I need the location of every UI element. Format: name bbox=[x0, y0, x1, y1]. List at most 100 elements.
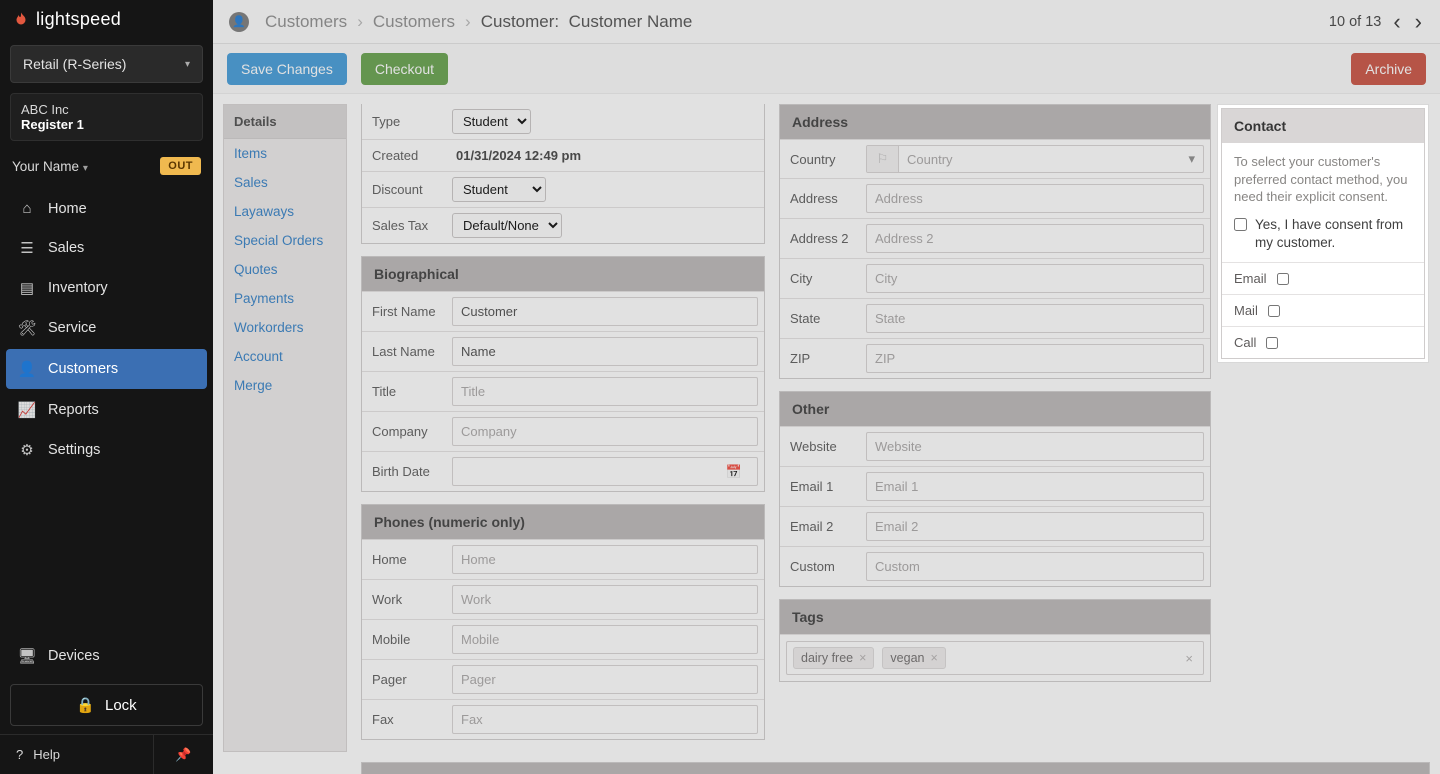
nav-label: Inventory bbox=[48, 280, 108, 296]
country-label: Country bbox=[780, 140, 860, 178]
product-selector[interactable]: Retail (R-Series) ▾ bbox=[10, 45, 203, 83]
clear-tags-icon[interactable]: × bbox=[1185, 651, 1197, 666]
tags-input[interactable]: dairy free × vegan× × bbox=[786, 641, 1204, 675]
address2-label: Address 2 bbox=[780, 219, 860, 258]
nav-label: Service bbox=[48, 320, 96, 336]
tab-sales[interactable]: Sales bbox=[224, 168, 346, 197]
contact-panel: Contact To select your customer's prefer… bbox=[1221, 108, 1425, 359]
nav-label: Devices bbox=[48, 648, 100, 664]
tab-items[interactable]: Items bbox=[224, 139, 346, 168]
email2-input[interactable] bbox=[866, 512, 1204, 541]
salestax-label: Sales Tax bbox=[362, 208, 446, 243]
contact-highlight: Contact To select your customer's prefer… bbox=[1218, 105, 1428, 362]
tab-quotes[interactable]: Quotes bbox=[224, 255, 346, 284]
tags-head: Tags bbox=[780, 600, 1210, 634]
phones-head: Phones (numeric only) bbox=[362, 505, 764, 539]
calendar-icon: 📅 bbox=[726, 464, 750, 480]
email2-label: Email 2 bbox=[780, 507, 860, 546]
title-label: Title bbox=[362, 372, 446, 411]
country-select[interactable]: ⚐Country▾ bbox=[866, 145, 1204, 173]
clock-status-badge[interactable]: OUT bbox=[160, 157, 201, 175]
created-value: 01/31/2024 12:49 pm bbox=[452, 148, 581, 163]
type-select[interactable]: Student bbox=[452, 109, 531, 134]
nav-inventory[interactable]: ▤ Inventory bbox=[0, 268, 213, 308]
brand-logo: lightspeed bbox=[0, 0, 213, 39]
tab-special-orders[interactable]: Special Orders bbox=[224, 226, 346, 255]
lock-button[interactable]: 🔒Lock bbox=[10, 684, 203, 726]
fax-label: Fax bbox=[362, 700, 446, 739]
main-nav: ⌂Home ☰Sales ▤ Inventory 🛠 Service 👤Custom… bbox=[0, 189, 213, 470]
chevron-down-icon: ▾ bbox=[185, 59, 190, 70]
user-name: Your Name bbox=[12, 159, 79, 174]
address2-input[interactable] bbox=[866, 224, 1204, 253]
chevron-right-icon: › bbox=[465, 12, 471, 32]
checkout-button[interactable]: Checkout bbox=[361, 53, 448, 85]
website-label: Website bbox=[780, 427, 860, 466]
archive-button[interactable]: Archive bbox=[1351, 53, 1426, 85]
pref-email-checkbox[interactable] bbox=[1277, 273, 1289, 285]
email1-input[interactable] bbox=[866, 472, 1204, 501]
pin-button[interactable]: 📌 bbox=[153, 735, 213, 774]
first-name-input[interactable] bbox=[452, 297, 758, 326]
home-phone-input[interactable] bbox=[452, 545, 758, 574]
archive-icon: ▤ bbox=[18, 279, 36, 297]
tab-account[interactable]: Account bbox=[224, 342, 346, 371]
consent-checkbox[interactable] bbox=[1234, 218, 1247, 231]
remove-tag-icon[interactable]: × bbox=[930, 651, 937, 665]
nav-home[interactable]: ⌂Home bbox=[0, 189, 213, 228]
tab-workorders[interactable]: Workorders bbox=[224, 313, 346, 342]
zip-input[interactable] bbox=[866, 344, 1204, 373]
state-input[interactable] bbox=[866, 304, 1204, 333]
pref-mail-checkbox[interactable] bbox=[1268, 305, 1280, 317]
help-button[interactable]: ?Help bbox=[0, 735, 153, 774]
website-input[interactable] bbox=[866, 432, 1204, 461]
tag-label: dairy free bbox=[801, 651, 853, 665]
address-input[interactable] bbox=[866, 184, 1204, 213]
salestax-select[interactable]: Default/None bbox=[452, 213, 562, 238]
nav-customers[interactable]: 👤Customers bbox=[6, 349, 207, 389]
crumb-sub[interactable]: Customers bbox=[373, 12, 455, 32]
nav-service[interactable]: 🛠 Service bbox=[0, 308, 213, 348]
register-info[interactable]: ABC Inc Register 1 bbox=[10, 93, 203, 141]
nav-devices[interactable]: 🖥Devices bbox=[0, 636, 213, 676]
help-icon: ? bbox=[16, 747, 23, 762]
pager-prev[interactable]: ‹ bbox=[1391, 11, 1402, 33]
tab-merge[interactable]: Merge bbox=[224, 371, 346, 400]
nav-label: Settings bbox=[48, 442, 100, 458]
tag-chip[interactable]: dairy free × bbox=[793, 647, 874, 669]
tag-chip[interactable]: vegan× bbox=[882, 647, 945, 669]
nav-settings[interactable]: ⚙ Settings bbox=[0, 430, 213, 470]
company-input[interactable] bbox=[452, 417, 758, 446]
brand-text: lightspeed bbox=[36, 9, 121, 30]
tab-payments[interactable]: Payments bbox=[224, 284, 346, 313]
breadcrumb-bar: 👤 Customers › Customers › Customer: Cust… bbox=[213, 0, 1440, 44]
pref-call-checkbox[interactable] bbox=[1266, 337, 1278, 349]
last-name-input[interactable] bbox=[452, 337, 758, 366]
tab-layaways[interactable]: Layaways bbox=[224, 197, 346, 226]
title-input[interactable] bbox=[452, 377, 758, 406]
pref-mail: Mail bbox=[1222, 294, 1424, 326]
work-phone-input[interactable] bbox=[452, 585, 758, 614]
gear-icon: ⚙ bbox=[18, 441, 36, 459]
wrench-icon: 🛠 bbox=[18, 319, 36, 337]
city-input[interactable] bbox=[866, 264, 1204, 293]
remove-tag-icon[interactable]: × bbox=[859, 651, 866, 665]
fax-input[interactable] bbox=[452, 705, 758, 734]
nav-reports[interactable]: 📈Reports bbox=[0, 390, 213, 430]
discount-select[interactable]: Student bbox=[452, 177, 546, 202]
bio-head: Biographical bbox=[362, 257, 764, 291]
pager-input[interactable] bbox=[452, 665, 758, 694]
crumb-root[interactable]: Customers bbox=[265, 12, 347, 32]
custom-input[interactable] bbox=[866, 552, 1204, 581]
save-button[interactable]: Save Changes bbox=[227, 53, 347, 85]
mobile-phone-input[interactable] bbox=[452, 625, 758, 654]
crumb-current: Customer: Customer Name bbox=[481, 12, 693, 32]
user-row[interactable]: Your Name ▾ OUT bbox=[0, 147, 213, 185]
birth-date-input[interactable] bbox=[452, 457, 758, 486]
flag-icon: ⚐ bbox=[867, 146, 899, 172]
pager-next[interactable]: › bbox=[1413, 11, 1424, 33]
email1-label: Email 1 bbox=[780, 467, 860, 506]
receipt-icon: ☰ bbox=[18, 239, 36, 257]
chart-icon: 📈 bbox=[18, 401, 36, 419]
nav-sales[interactable]: ☰Sales bbox=[0, 228, 213, 268]
